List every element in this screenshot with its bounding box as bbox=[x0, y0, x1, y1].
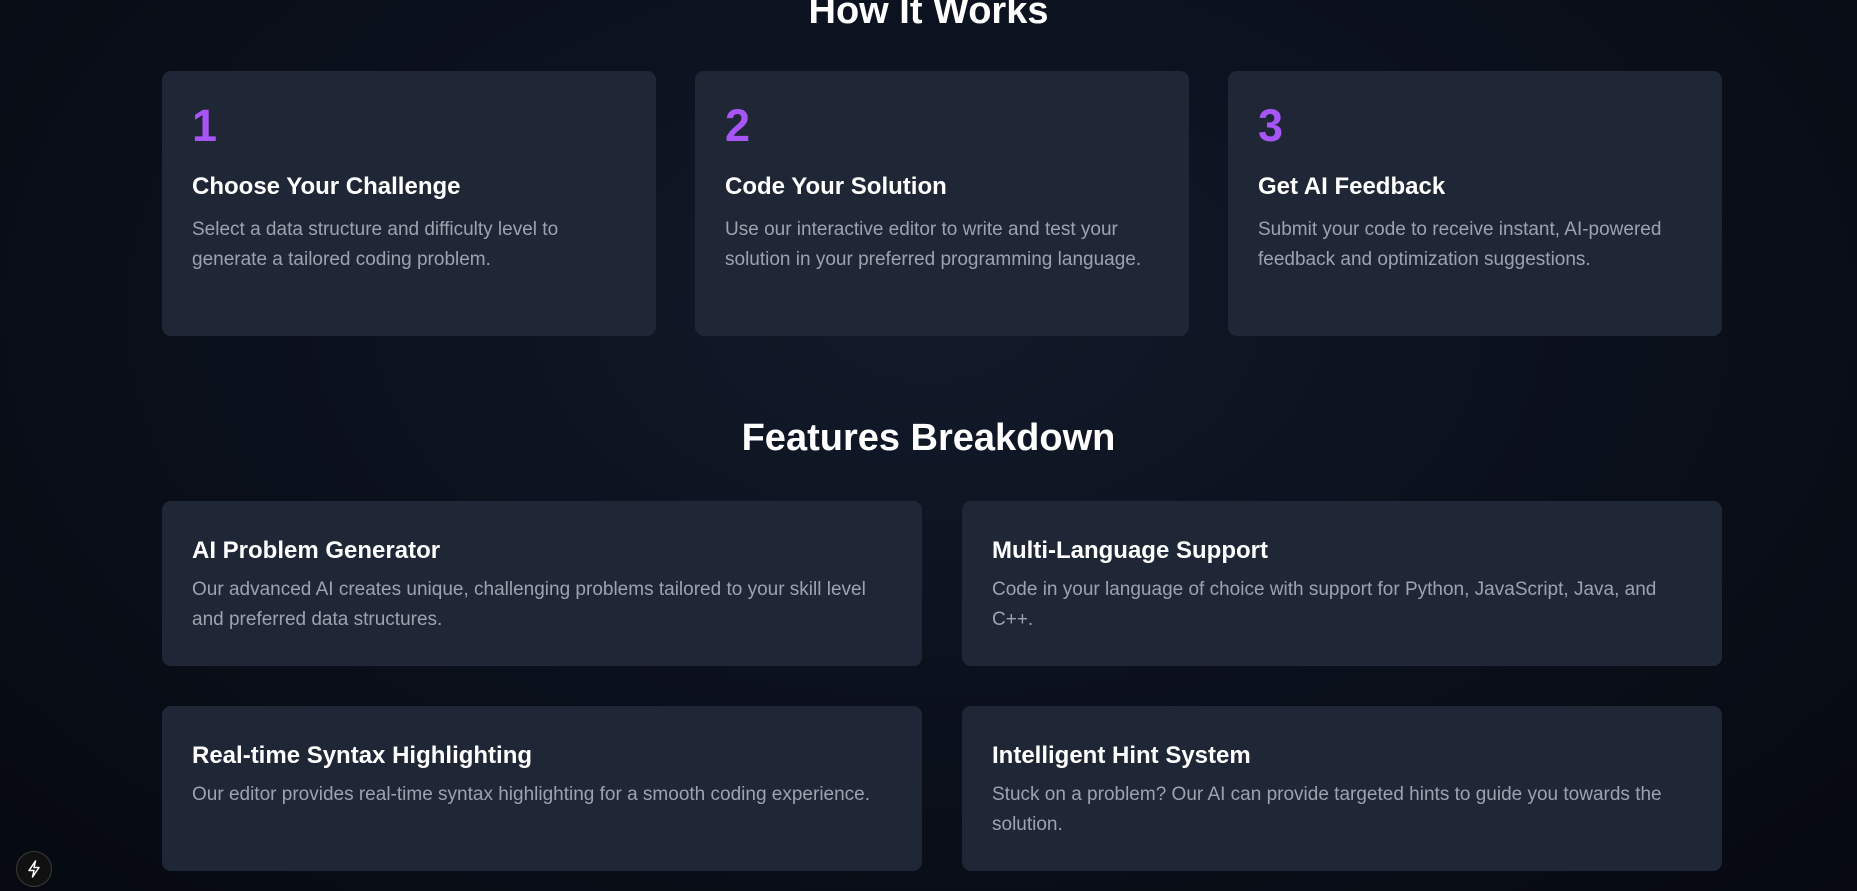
dev-indicator-button[interactable] bbox=[16, 851, 52, 887]
step-card-3: 3 Get AI Feedback Submit your code to re… bbox=[1228, 71, 1722, 336]
feature-card-multi-language-support: Multi-Language Support Code in your lang… bbox=[962, 501, 1722, 666]
step-description: Select a data structure and difficulty l… bbox=[192, 219, 559, 270]
features-breakdown-title: Features Breakdown bbox=[741, 417, 1116, 459]
feature-description: Code in your language of choice with sup… bbox=[992, 579, 1657, 630]
bolt-icon bbox=[28, 860, 40, 878]
feature-title: AI Problem Generator bbox=[192, 537, 441, 564]
step-title: Code Your Solution bbox=[725, 173, 947, 200]
feature-title: Intelligent Hint System bbox=[992, 742, 1251, 769]
step-number: 1 bbox=[192, 100, 218, 151]
feature-description: Stuck on a problem? Our AI can provide t… bbox=[992, 784, 1662, 835]
step-description: Use our interactive editor to write and … bbox=[725, 219, 1142, 270]
step-number: 2 bbox=[725, 100, 751, 151]
step-number: 3 bbox=[1258, 100, 1284, 151]
how-it-works-title: How It Works bbox=[808, 0, 1049, 32]
feature-title: Real-time Syntax Highlighting bbox=[192, 742, 533, 769]
step-card-1: 1 Choose Your Challenge Select a data st… bbox=[162, 71, 656, 336]
step-card-2: 2 Code Your Solution Use our interactive… bbox=[695, 71, 1189, 336]
feature-card-hint-system: Intelligent Hint System Stuck on a probl… bbox=[962, 706, 1722, 871]
feature-card-ai-problem-generator: AI Problem Generator Our advanced AI cre… bbox=[162, 501, 922, 666]
feature-title: Multi-Language Support bbox=[992, 537, 1268, 564]
feature-card-syntax-highlighting: Real-time Syntax Highlighting Our editor… bbox=[162, 706, 922, 871]
feature-description: Our advanced AI creates unique, challeng… bbox=[192, 579, 866, 630]
feature-description: Our editor provides real-time syntax hig… bbox=[192, 784, 871, 805]
step-description: Submit your code to receive instant, AI-… bbox=[1258, 219, 1662, 270]
step-title: Get AI Feedback bbox=[1258, 173, 1446, 200]
step-title: Choose Your Challenge bbox=[192, 173, 461, 200]
